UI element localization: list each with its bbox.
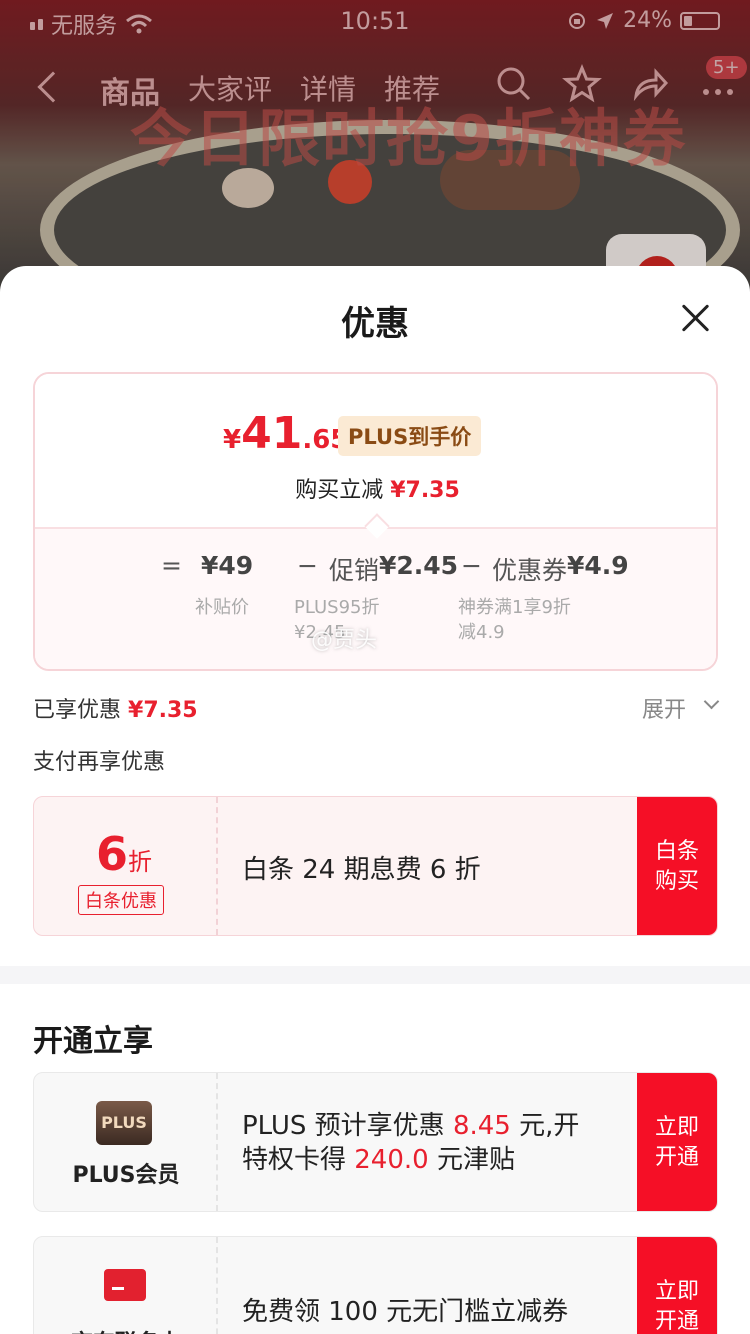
jd-cobrand-card[interactable]: 京东联名卡 免费领 100 元无门槛立减券 立即 开通 [33, 1236, 718, 1334]
promo-value: ¥2.45 [379, 551, 459, 580]
expand-button[interactable]: 展开 [642, 692, 686, 724]
minus-sign: − [461, 551, 482, 580]
jd-card-name: 京东联名卡 [34, 1325, 218, 1334]
plus-left: PLUS PLUS会员 [34, 1073, 218, 1211]
promo-label: 促销 [329, 556, 380, 585]
base-price-sub: 补贴价 [195, 597, 249, 618]
plus-desc-text: 元,开 [510, 1111, 580, 1141]
plus-open-button[interactable]: 立即 开通 [637, 1073, 717, 1211]
baitiao-tag: 白条优惠 [78, 885, 164, 915]
discount-number: 6 [96, 827, 129, 881]
cta-line: 立即 [654, 1279, 699, 1304]
plus-price-tag: PLUS到手价 [338, 416, 482, 456]
coupon-sub-1: 神券满1享9折 [458, 597, 571, 618]
discount-sheet: 优惠 ¥41.65 PLUS到手价 购买立减 ¥7.35 = ¥49 − 促销 … [0, 266, 750, 1334]
final-price: ¥41.65 [223, 408, 348, 459]
promo-sub-1: PLUS95折 [294, 597, 380, 618]
jd-left: 京东联名卡 [34, 1237, 218, 1334]
coupon-sub-2: 减4.9 [458, 622, 505, 643]
plus-member-card[interactable]: PLUS PLUS会员 PLUS 预计享优惠 8.45 元,开 特权卡得 240… [33, 1072, 718, 1212]
plus-desc-text: PLUS 预计享优惠 [242, 1111, 453, 1141]
price-breakdown-card: ¥41.65 PLUS到手价 购买立减 ¥7.35 = ¥49 − 促销 ¥2.… [33, 372, 718, 671]
open-section-title: 开通立享 [33, 1024, 153, 1059]
baitiao-desc: 白条 24 期息费 6 折 [242, 855, 481, 885]
price-formula: = ¥49 − 促销 ¥2.45 − 优惠券 ¥4.9 补贴价 PLUS95折 … [35, 527, 716, 669]
baitiao-offer-card[interactable]: 6折 白条优惠 白条 24 期息费 6 折 白条 购买 [33, 796, 718, 936]
reduce-label: 购买立减 [295, 478, 384, 503]
chevron-down-icon[interactable] [703, 693, 720, 710]
reduce-value: ¥7.35 [390, 478, 460, 503]
equals-sign: = [161, 551, 182, 580]
plus-allowance: 240.0 [354, 1145, 429, 1175]
coupon-label: 优惠券 [492, 556, 568, 585]
cta-line: 开通 [654, 1309, 699, 1334]
enjoyed-label: 已享优惠 [33, 698, 122, 723]
watermark-text: @贾头 [311, 628, 378, 653]
enjoyed-discount: 已享优惠 ¥7.35 [33, 692, 198, 724]
enjoyed-value: ¥7.35 [128, 698, 198, 723]
cta-line: 开通 [654, 1145, 699, 1170]
cta-line: 立即 [654, 1115, 699, 1140]
section-divider [0, 966, 750, 984]
close-icon[interactable] [676, 300, 716, 340]
purchase-reduction: 购买立减 ¥7.35 [35, 472, 716, 504]
credit-card-icon [104, 1269, 146, 1301]
plus-desc-text: 特权卡得 [242, 1145, 355, 1175]
jd-open-button[interactable]: 立即 开通 [637, 1237, 717, 1334]
discount-unit: 折 [128, 848, 153, 876]
price-integer: 41 [241, 408, 303, 459]
plus-amount: 8.45 [452, 1111, 511, 1141]
baitiao-discount: 6折 [96, 827, 152, 881]
baitiao-left: 6折 白条优惠 [34, 797, 218, 935]
sheet-title: 优惠 [341, 304, 409, 344]
plus-name: PLUS会员 [72, 1163, 180, 1188]
plus-desc: PLUS 预计享优惠 8.45 元,开 特权卡得 240.0 元津贴 [242, 1109, 579, 1177]
price-currency: ¥ [223, 425, 242, 455]
plus-logo-icon: PLUS [96, 1101, 152, 1145]
base-price: ¥49 [201, 551, 254, 580]
pay-discount-title: 支付再享优惠 [33, 750, 166, 775]
overlay-scrim[interactable] [0, 0, 750, 300]
plus-desc-text: 元津贴 [428, 1145, 515, 1175]
minus-sign: − [297, 551, 318, 580]
baitiao-buy-button[interactable]: 白条 购买 [637, 797, 717, 935]
cta-line: 购买 [654, 869, 699, 894]
cta-line: 白条 [654, 839, 699, 864]
jd-desc: 免费领 100 元无门槛立减券 [242, 1297, 569, 1327]
coupon-value: ¥4.9 [567, 551, 629, 580]
